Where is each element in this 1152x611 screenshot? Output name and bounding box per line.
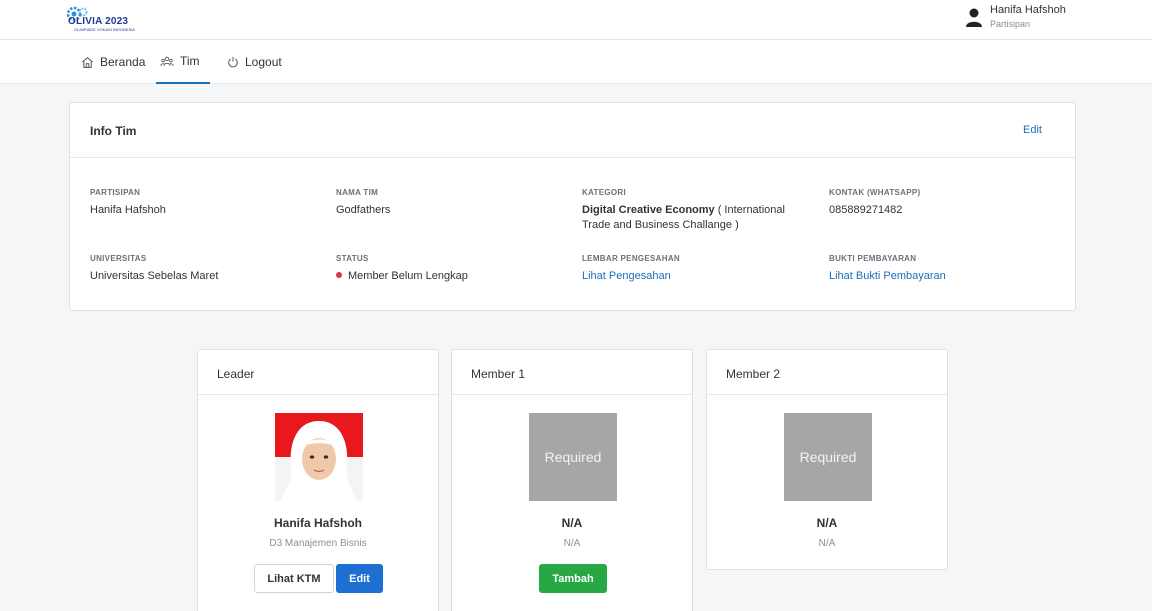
team-icon: [160, 56, 174, 66]
leader-card: Leader Hanifa Hafshoh D3 Manajemen Bisni…: [197, 349, 439, 611]
field-value: Universitas Sebelas Maret: [90, 270, 219, 282]
status-text: Member Belum Lengkap: [348, 270, 468, 282]
info-edit-link[interactable]: Edit: [1023, 124, 1042, 136]
user-role: Partisipan: [990, 19, 1031, 29]
info-tim-card: Info Tim Edit PARTISIPAN Hanifa Hafshoh …: [69, 102, 1076, 311]
lihat-ktm-button[interactable]: Lihat KTM: [254, 564, 334, 593]
member-2-card-header: Member 2: [707, 350, 947, 395]
top-bar: OLIVIA 2023 OLIMPIADE VOKASI INDONESIA H…: [0, 0, 1152, 40]
leader-card-header: Leader: [198, 350, 438, 395]
logo-subtext: OLIMPIADE VOKASI INDONESIA: [74, 27, 135, 32]
nav-label-tim: Tim: [180, 54, 200, 68]
field-nama-tim: NAMA TIM Godfathers: [336, 188, 556, 218]
field-kategori: KATEGORI Digital Creative Economy ( Inte…: [582, 188, 807, 233]
lihat-pengesahan-link[interactable]: Lihat Pengesahan: [582, 270, 671, 282]
home-icon: [82, 56, 93, 68]
field-value: Digital Creative Economy ( International…: [582, 203, 807, 233]
user-icon: [966, 8, 982, 27]
field-universitas: UNIVERSITAS Universitas Sebelas Maret: [90, 254, 310, 284]
user-menu[interactable]: Hanifa Hafshoh Partisipan: [966, 2, 1146, 38]
field-label: LEMBAR PENGESAHAN: [582, 254, 680, 263]
status-dot-icon: [336, 272, 342, 278]
kategori-bold: Digital Creative Economy: [582, 204, 715, 216]
member-1-card-title: Member 1: [471, 367, 526, 381]
member-2-card: Member 2 Required N/A N/A: [706, 349, 948, 570]
member-2-program: N/A: [818, 538, 836, 549]
field-label: KATEGORI: [582, 188, 627, 197]
nav-label-beranda: Beranda: [100, 55, 146, 69]
member-1-card-header: Member 1: [452, 350, 692, 395]
nav-item-tim[interactable]: Tim: [156, 40, 210, 84]
field-value: Hanifa Hafshoh: [90, 204, 166, 216]
member-2-name: N/A: [816, 516, 838, 530]
member-2-card-title: Member 2: [726, 367, 781, 381]
field-label: BUKTI PEMBAYARAN: [829, 254, 917, 263]
logo-text: OLIVIA 2023: [68, 16, 129, 27]
leader-card-title: Leader: [217, 367, 255, 381]
leader-edit-button[interactable]: Edit: [336, 564, 383, 593]
field-status: STATUS Member Belum Lengkap: [336, 254, 556, 284]
field-partisipan: PARTISIPAN Hanifa Hafshoh: [90, 188, 310, 218]
user-name: Hanifa Hafshoh: [990, 4, 1066, 16]
member-1-photo-placeholder: Required: [529, 413, 617, 501]
member-2-photo-placeholder: Required: [784, 413, 872, 501]
info-tim-title: Info Tim: [90, 124, 137, 138]
field-value: 085889271482: [829, 204, 903, 216]
leader-program: D3 Manajemen Bisnis: [269, 538, 367, 549]
member-1-program: N/A: [563, 538, 581, 549]
field-label: PARTISIPAN: [90, 188, 141, 197]
field-label: STATUS: [336, 254, 369, 263]
field-value: Lihat Bukti Pembayaran: [829, 269, 1049, 284]
info-tim-header: Info Tim Edit: [70, 103, 1075, 158]
field-kontak: KONTAK (WHATSAPP) 085889271482: [829, 188, 1049, 218]
nav-label-logout: Logout: [245, 55, 282, 69]
nav-item-logout[interactable]: Logout: [227, 40, 282, 84]
leader-name: Hanifa Hafshoh: [273, 516, 362, 530]
field-lembar-pengesahan: LEMBAR PENGESAHAN Lihat Pengesahan: [582, 254, 802, 284]
power-icon: [228, 56, 238, 68]
leader-photo: [275, 413, 363, 501]
field-value: Godfathers: [336, 204, 391, 216]
tambah-member-button[interactable]: Tambah: [539, 564, 607, 593]
field-label: UNIVERSITAS: [90, 254, 147, 263]
field-label: NAMA TIM: [336, 188, 379, 197]
member-1-name: N/A: [561, 516, 583, 530]
field-value: Lihat Pengesahan: [582, 269, 802, 284]
member-1-card: Member 1 Required N/A N/A Tambah: [451, 349, 693, 611]
field-bukti-pembayaran: BUKTI PEMBAYARAN Lihat Bukti Pembayaran: [829, 254, 1049, 284]
field-label: KONTAK (WHATSAPP): [829, 188, 921, 197]
field-value: Member Belum Lengkap: [336, 269, 556, 284]
lihat-bukti-pembayaran-link[interactable]: Lihat Bukti Pembayaran: [829, 270, 946, 282]
nav-bar: Beranda Tim Logout: [0, 40, 1152, 84]
nav-item-beranda[interactable]: Beranda: [81, 40, 145, 84]
